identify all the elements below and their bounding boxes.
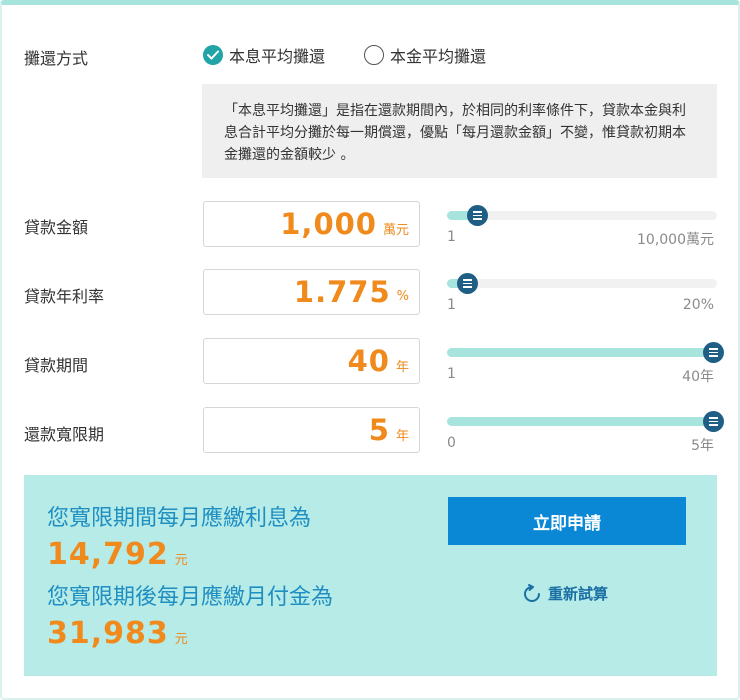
loan-period-min: 1 xyxy=(447,366,456,382)
after-grace-value: 31,983 xyxy=(47,616,169,651)
after-grace-label: 您寬限期後每月應繳月付金為 xyxy=(47,585,334,610)
result-panel: 您寬限期間每月應繳利息為 14,792 元 您寬限期後每月應繳月付金為 31,9… xyxy=(24,475,717,676)
loan-amount-label: 貸款金額 xyxy=(24,218,89,237)
interest-rate-unit: % xyxy=(396,288,409,304)
currency-unit: 元 xyxy=(174,553,188,568)
radio-label: 本息平均攤還 xyxy=(229,47,326,66)
slider-fill xyxy=(447,348,713,357)
interest-rate-min: 1 xyxy=(447,297,456,313)
repayment-method-label: 攤還方式 xyxy=(24,49,89,68)
grace-interest-value: 14,792 xyxy=(47,537,169,572)
interest-rate-max: 20% xyxy=(682,297,714,313)
grace-period-max: 5年 xyxy=(691,438,714,454)
loan-period-unit: 年 xyxy=(395,359,409,375)
grace-interest-label: 您寬限期間每月應繳利息為 xyxy=(47,506,312,531)
loan-amount-min: 1 xyxy=(447,229,456,245)
interest-rate-input[interactable]: 1.775 % xyxy=(203,269,420,315)
slider-handle-icon[interactable] xyxy=(456,273,478,294)
loan-period-slider[interactable] xyxy=(447,342,724,363)
loan-period-value: 40 xyxy=(347,344,390,378)
interest-rate-label: 貸款年利率 xyxy=(24,287,105,306)
loan-amount-value: 1,000 xyxy=(280,207,377,241)
recalculate-label: 重新試算 xyxy=(548,585,609,603)
currency-unit: 元 xyxy=(174,632,188,647)
grace-period-slider[interactable] xyxy=(447,411,724,432)
loan-period-max: 40年 xyxy=(682,369,714,385)
interest-rate-value: 1.775 xyxy=(293,275,391,309)
loan-amount-slider[interactable] xyxy=(447,205,717,226)
grace-period-label: 還款寬限期 xyxy=(24,425,105,444)
loan-amount-max: 10,000萬元 xyxy=(637,232,714,248)
grace-interest-amount: 14,792 元 xyxy=(47,537,188,572)
after-grace-amount: 31,983 元 xyxy=(47,616,188,651)
slider-handle-icon[interactable] xyxy=(467,205,489,226)
grace-period-unit: 年 xyxy=(395,428,409,444)
loan-amount-input[interactable]: 1,000 萬元 xyxy=(203,201,420,247)
recalculate-button[interactable]: 重新試算 xyxy=(522,583,608,604)
radio-equal-installment[interactable]: 本息平均攤還 xyxy=(203,43,325,67)
grace-period-input[interactable]: 5 年 xyxy=(203,407,420,453)
check-circle-icon xyxy=(203,45,223,65)
refresh-icon xyxy=(524,583,540,602)
radio-label: 本金平均攤還 xyxy=(390,47,487,66)
loan-calculator-panel: 攤還方式 本息平均攤還 本金平均攤還 「本息平均攤還」是指在還款期間內，於相同的… xyxy=(0,0,740,700)
repayment-description: 「本息平均攤還」是指在還款期間內，於相同的利率條件下，貸款本金與利息合計平均分攤… xyxy=(202,84,717,178)
loan-period-input[interactable]: 40 年 xyxy=(203,338,420,384)
slider-handle-icon[interactable] xyxy=(703,342,724,363)
loan-amount-unit: 萬元 xyxy=(382,222,409,238)
radio-equal-principal[interactable]: 本金平均攤還 xyxy=(364,43,486,67)
empty-circle-icon xyxy=(364,45,384,65)
loan-period-label: 貸款期間 xyxy=(24,356,89,375)
slider-handle-icon[interactable] xyxy=(703,411,724,432)
grace-period-value: 5 xyxy=(368,413,390,447)
apply-now-button[interactable]: 立即申請 xyxy=(448,497,686,545)
interest-rate-slider[interactable] xyxy=(447,273,717,294)
slider-fill xyxy=(447,417,713,426)
grace-period-min: 0 xyxy=(447,435,456,451)
